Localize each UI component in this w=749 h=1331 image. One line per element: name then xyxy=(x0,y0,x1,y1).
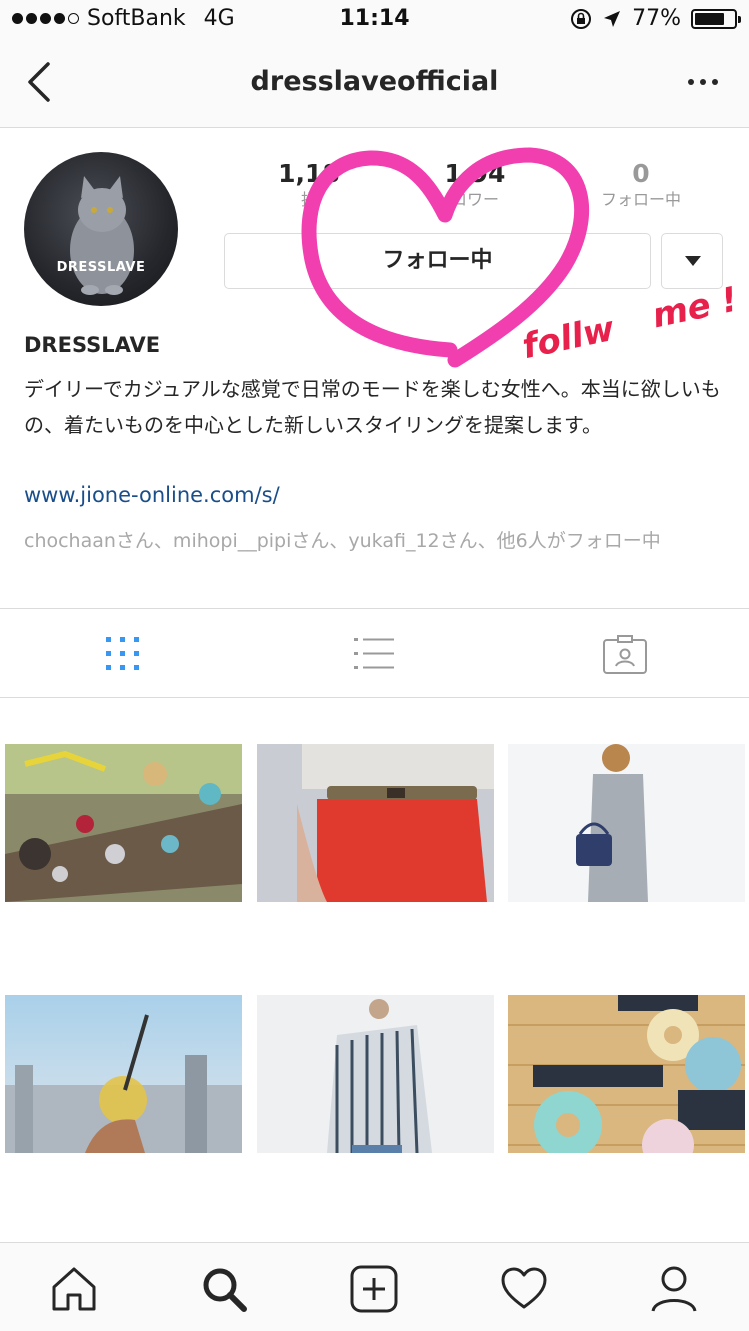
caret-down-icon xyxy=(685,256,701,266)
photo-striped-shirt-image xyxy=(257,995,494,1153)
photo-grey-dress[interactable] xyxy=(508,744,745,902)
battery-icon xyxy=(691,8,741,29)
tagged-icon xyxy=(603,635,647,674)
photo-red-pants[interactable] xyxy=(257,744,494,902)
home-icon xyxy=(52,1267,96,1311)
rotation-lock-icon xyxy=(571,8,592,29)
tab-search[interactable] xyxy=(200,1265,248,1313)
search-icon xyxy=(203,1268,247,1312)
stat-posts-value: 1,18 xyxy=(278,159,340,188)
stat-followers-label: ロワー xyxy=(450,190,499,209)
tab-profile[interactable] xyxy=(650,1265,698,1313)
more-dots-icon xyxy=(688,79,718,85)
list-icon xyxy=(354,638,394,669)
profile-stats: 1,18 投 1 94 ロワー 0 フォロー中 xyxy=(226,158,726,218)
avatar-brand-text: DRESSLAVE xyxy=(56,260,146,275)
photo-donut-coasters[interactable] xyxy=(508,995,745,1153)
status-bar: SoftBank 4G 11:14 77% xyxy=(0,0,749,40)
photo-striped-shirt[interactable] xyxy=(257,995,494,1153)
photo-drink-city[interactable] xyxy=(5,995,242,1153)
following-button[interactable]: フォロー中 xyxy=(224,233,651,289)
stat-followers[interactable]: 1 94 ロワー xyxy=(392,158,558,210)
photo-donut-coasters-image xyxy=(508,995,745,1153)
photo-drink-city-image xyxy=(5,995,242,1153)
followed-by-text[interactable]: chochaanさん、mihopi__pipiさん、yukafi_12さん、他6… xyxy=(24,528,724,554)
activity-heart-icon xyxy=(501,1267,547,1309)
bottom-tab-bar xyxy=(0,1242,749,1331)
stat-posts-label: 投 xyxy=(300,190,317,209)
profile-name: DRESSLAVE xyxy=(24,333,161,357)
profile-bio: デイリーでカジュアルな感覚で日常のモードを楽しむ女性へ。本当に欲しいもの、着たい… xyxy=(24,377,721,437)
photo-grey-dress-image xyxy=(508,744,745,902)
profile-website-link[interactable]: www.jione-online.com/s/ xyxy=(24,483,280,507)
tab-tagged[interactable] xyxy=(498,609,747,697)
tab-list[interactable] xyxy=(249,609,498,697)
photo-accessories-image xyxy=(5,744,242,902)
battery-percent: 77% xyxy=(632,6,681,31)
suggestions-dropdown-button[interactable] xyxy=(661,233,723,289)
stat-posts[interactable]: 1,18 投 xyxy=(226,158,392,210)
tab-grid[interactable] xyxy=(0,609,249,697)
stat-following-label: フォロー中 xyxy=(600,190,681,209)
profile-view-tabs xyxy=(0,608,749,698)
tab-add-post[interactable] xyxy=(350,1265,398,1313)
avatar[interactable]: DRESSLAVE xyxy=(24,152,178,306)
location-arrow-icon xyxy=(604,10,621,27)
cat-image xyxy=(70,176,134,295)
page-title: dresslaveofficial xyxy=(250,66,499,97)
navigation-bar: dresslaveofficial xyxy=(0,40,749,128)
photo-red-pants-image xyxy=(257,744,494,902)
stat-following[interactable]: 0 フォロー中 xyxy=(558,158,724,210)
profile-icon xyxy=(651,1266,697,1312)
more-options-button[interactable] xyxy=(685,68,721,96)
status-right: 77% xyxy=(570,6,741,31)
tab-activity[interactable] xyxy=(500,1265,548,1313)
add-post-icon xyxy=(350,1265,398,1313)
stat-followers-value: 1 94 xyxy=(444,159,506,188)
photo-accessories[interactable] xyxy=(5,744,242,902)
handwritten-text-follow: follw xyxy=(518,308,619,368)
grid-icon xyxy=(106,637,139,670)
tab-home[interactable] xyxy=(50,1265,98,1313)
stat-following-value: 0 xyxy=(632,159,650,188)
